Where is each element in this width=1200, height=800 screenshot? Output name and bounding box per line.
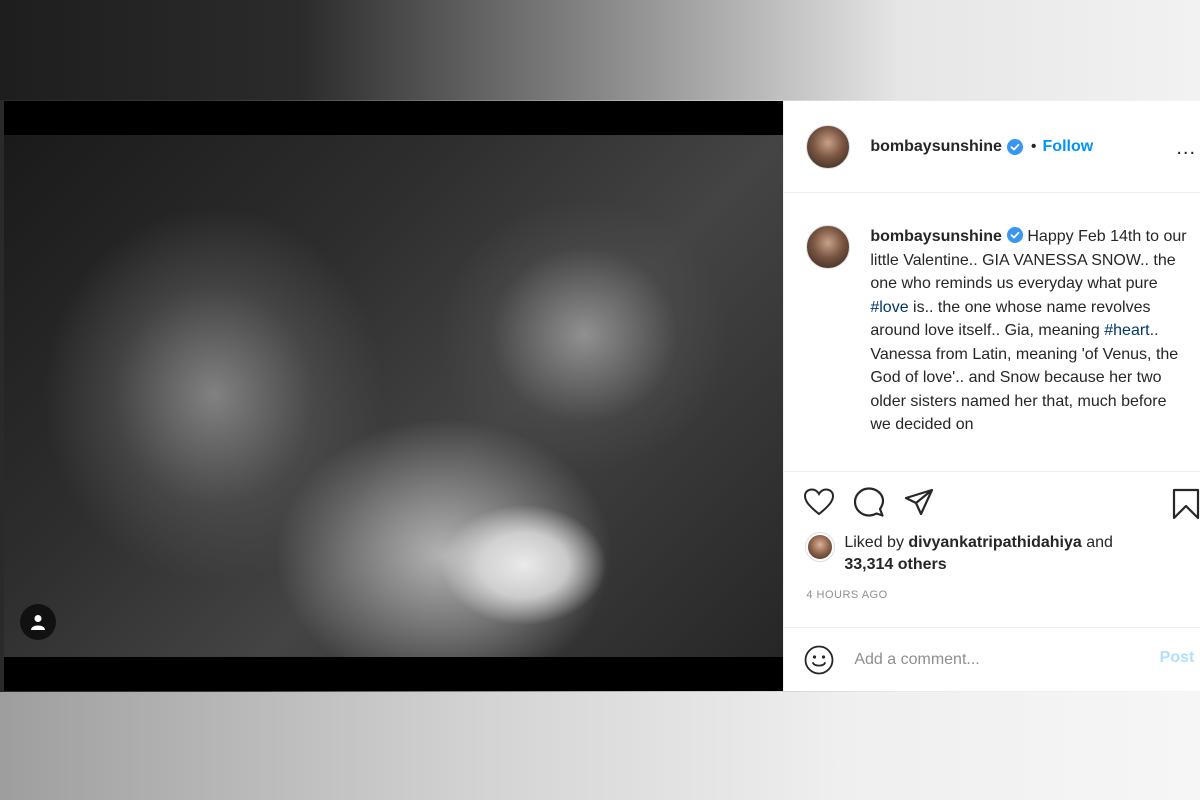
comment-icon[interactable] [854,487,885,517]
post-actions: Liked by divyankatripathidahiya and 33,3… [784,471,1200,601]
caption-text: bombaysunshine Happy Feb 14th to our lit… [870,225,1190,437]
author-username[interactable]: bombaysunshine [870,138,1002,156]
post-sidebar: bombaysunshine • Follow ... bombaysunshi… [783,101,1200,691]
liker-username[interactable]: divyankatripathidahiya [908,534,1081,551]
likes-count[interactable]: 33,314 others [844,556,946,573]
post-comment-button[interactable]: Post [1154,648,1200,668]
post-header: bombaysunshine • Follow ... [784,101,1200,193]
share-icon[interactable] [904,488,934,516]
author-avatar[interactable] [806,124,851,169]
background-bottom [0,692,1200,800]
verified-badge-icon [1006,138,1023,155]
more-options-icon[interactable]: ... [1176,137,1196,160]
instagram-post: bombaysunshine • Follow ... bombaysunshi… [4,101,1200,691]
bookmark-icon[interactable] [1172,488,1200,520]
likes-text: Liked by divyankatripathidahiya and 33,3… [844,532,1113,576]
liker-avatar[interactable] [806,533,835,561]
header-separator: • [1030,137,1037,155]
caption-avatar[interactable] [806,225,851,269]
hashtag-heart[interactable]: #heart [1104,322,1149,339]
comment-input[interactable] [852,649,1137,670]
likes-middle: and [1081,534,1113,551]
follow-button[interactable]: Follow [1043,138,1094,156]
post-media [4,101,784,691]
action-icons [784,472,1200,532]
likes-row: Liked by divyankatripathidahiya and 33,3… [784,532,1200,576]
verified-badge-icon [1006,227,1023,243]
user-tag-icon [31,615,45,630]
heart-icon[interactable] [804,488,835,516]
post-timestamp[interactable]: 4 HOURS AGO [806,589,887,601]
post-photo[interactable] [4,135,784,657]
background-top [0,0,1200,100]
caption-area: bombaysunshine Happy Feb 14th to our lit… [784,193,1200,471]
user-tag-button[interactable] [20,604,56,640]
emoji-icon[interactable] [804,645,834,675]
comment-bar: Post [784,627,1200,691]
hashtag-love[interactable]: #love [870,299,908,316]
caption-row: bombaysunshine Happy Feb 14th to our lit… [784,193,1200,437]
caption-username[interactable]: bombaysunshine [870,228,1002,245]
likes-prefix: Liked by [844,534,909,551]
